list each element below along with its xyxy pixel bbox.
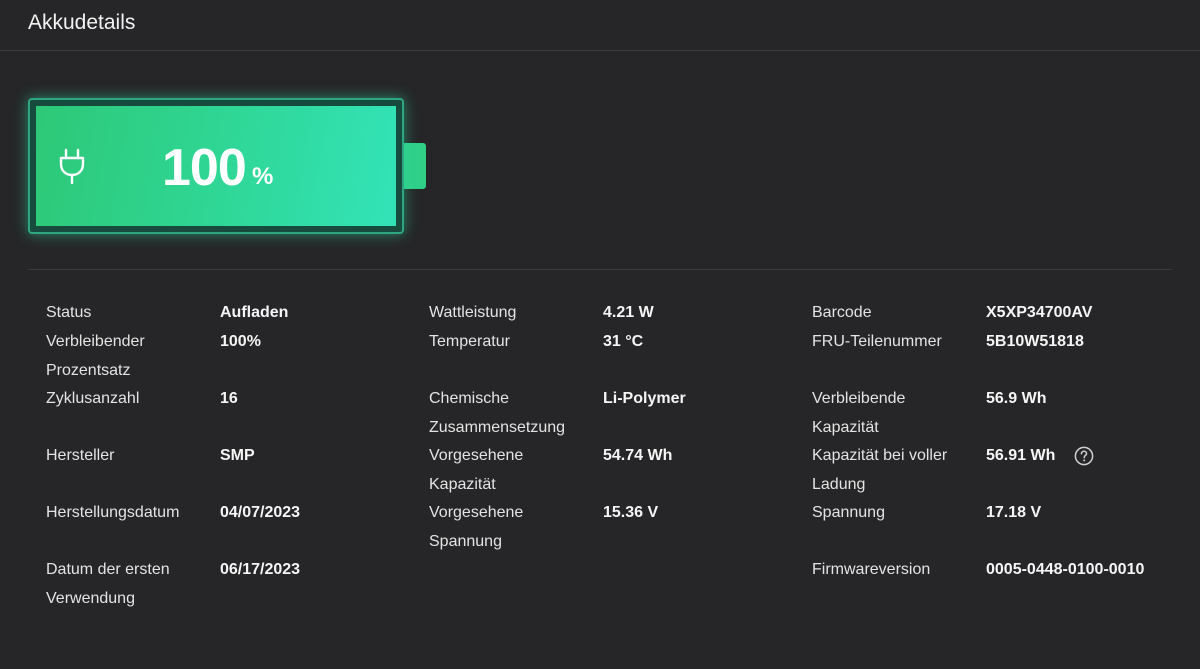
label-first-use-date: Datum der ersten Verwendung bbox=[46, 561, 170, 607]
label-cycle-count: Zyklusanzahl bbox=[46, 390, 140, 407]
label-manufacture-date: Herstellungsdatum bbox=[46, 504, 180, 521]
battery-percentage-value: 100 bbox=[162, 139, 247, 197]
label-fru-part-number: FRU-Teilenummer bbox=[812, 333, 942, 350]
value-barcode: X5XP34700AV bbox=[986, 304, 1093, 321]
label-design-voltage: Vorgesehene Spannung bbox=[429, 504, 524, 550]
value-temperature: 31 °C bbox=[603, 333, 644, 350]
label-barcode: Barcode bbox=[812, 304, 872, 321]
value-wattage: 4.21 W bbox=[603, 304, 654, 321]
plug-icon bbox=[59, 148, 85, 185]
label-remaining-capacity: Verbleibende Kapazität bbox=[812, 390, 906, 436]
value-fru-part-number: 5B10W51818 bbox=[986, 333, 1084, 350]
value-firmware-version: 0005-0448-0100-0010 bbox=[986, 561, 1145, 578]
battery-graphic: 100 % bbox=[28, 98, 426, 234]
label-firmware-version: Firmwareversion bbox=[812, 561, 931, 578]
label-design-capacity: Vorgesehene Kapazität bbox=[429, 447, 524, 493]
value-cycle-count: 16 bbox=[220, 390, 238, 407]
label-manufacturer: Hersteller bbox=[46, 447, 115, 464]
label-chemistry: Chemische Zusammensetzung bbox=[429, 390, 566, 436]
page-title: Akkudetails bbox=[28, 11, 136, 34]
value-first-use-date: 06/17/2023 bbox=[220, 561, 301, 578]
value-status: Aufladen bbox=[220, 304, 289, 321]
battery-tip bbox=[404, 143, 426, 189]
header: Akkudetails bbox=[0, 0, 1200, 51]
label-wattage: Wattleistung bbox=[429, 304, 517, 321]
value-manufacture-date: 04/07/2023 bbox=[220, 504, 301, 521]
label-status: Status bbox=[46, 304, 92, 321]
label-temperature: Temperatur bbox=[429, 333, 510, 350]
value-voltage: 17.18 V bbox=[986, 504, 1042, 521]
value-design-voltage: 15.36 V bbox=[603, 504, 659, 521]
value-remaining-percentage: 100% bbox=[220, 333, 261, 350]
label-voltage: Spannung bbox=[812, 504, 885, 521]
battery-body: 100 % bbox=[28, 98, 404, 234]
value-manufacturer: SMP bbox=[220, 447, 255, 464]
label-remaining-percentage: Verbleibender Prozentsatz bbox=[46, 333, 145, 379]
divider bbox=[28, 269, 1172, 270]
value-full-charge-capacity: 56.91 Wh bbox=[986, 447, 1056, 464]
label-full-charge-capacity: Kapazität bei voller Ladung bbox=[812, 447, 948, 493]
question-circle-icon[interactable] bbox=[1074, 446, 1094, 466]
value-remaining-capacity: 56.9 Wh bbox=[986, 390, 1047, 407]
value-chemistry: Li-Polymer bbox=[603, 390, 686, 407]
value-design-capacity: 54.74 Wh bbox=[603, 447, 673, 464]
battery-details-panel: Akkudetails 100 % Status Aufladen Verble… bbox=[0, 0, 1200, 669]
battery-percentage-unit: % bbox=[252, 163, 274, 190]
